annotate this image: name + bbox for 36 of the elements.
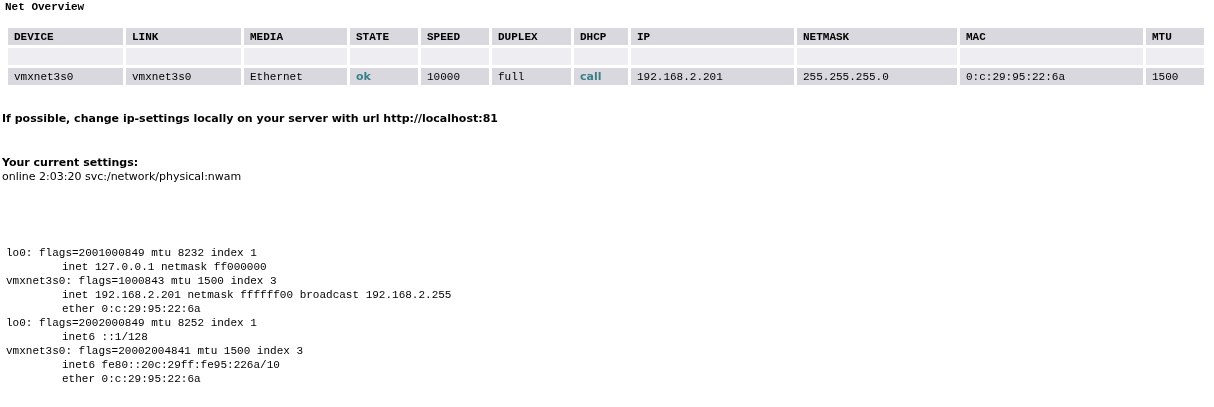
interface-line: vmxnet3s0: flags=1000843 mtu 1500 index 3 xyxy=(6,274,277,288)
table-cell: vmxnet3s0 xyxy=(8,68,123,85)
table-cell: Ethernet xyxy=(244,68,347,85)
interface-detail-line: ether 0:c:29:95:22:6a xyxy=(62,372,201,386)
page-title: Net Overview xyxy=(5,1,86,15)
interface-detail-line: inet 127.0.0.1 netmask ff000000 xyxy=(62,260,267,274)
column-header: LINK xyxy=(126,28,241,45)
table-cell: 1500 xyxy=(1146,68,1204,85)
column-header: DEVICE xyxy=(8,28,123,45)
status-cell: ok xyxy=(350,68,418,85)
interface-detail-line: inet6 fe80::20c:29ff:fe95:226a/10 xyxy=(62,358,280,372)
settings-heading: Your current settings: xyxy=(2,156,140,170)
interface-detail-line: inet6 ::1/128 xyxy=(62,330,148,344)
column-header: SPEED xyxy=(421,28,489,45)
table-cell: vmxnet3s0 xyxy=(126,68,241,85)
table-cell: 10000 xyxy=(421,68,489,85)
status-cell: call xyxy=(574,68,628,85)
table-cell: 255.255.255.0 xyxy=(797,68,957,85)
column-header: MAC xyxy=(960,28,1143,45)
column-header: IP xyxy=(631,28,794,45)
notice-text: If possible, change ip-settings locally on your server with url http://localhost:81 xyxy=(2,112,499,125)
interface-detail-line: ether 0:c:29:95:22:6a xyxy=(62,302,201,316)
interface-line: lo0: flags=2002000849 mtu 8252 index 1 xyxy=(6,316,257,330)
column-header: MEDIA xyxy=(244,28,347,45)
column-header: MTU xyxy=(1146,28,1204,45)
interface-line: vmxnet3s0: flags=20002004841 mtu 1500 index 3 xyxy=(6,344,304,358)
interface-detail-line: inet 192.168.2.201 netmask ffffff00 broadcast 192.168.2.255 xyxy=(62,288,452,302)
column-header: STATE xyxy=(350,28,418,45)
table-cell: full xyxy=(492,68,571,85)
column-header: DHCP xyxy=(574,28,628,45)
interface-line: lo0: flags=2001000849 mtu 8232 index 1 xyxy=(6,246,257,260)
column-header: NETMASK xyxy=(797,28,957,45)
service-status-text: online 2:03:20 svc:/network/physical:nwam xyxy=(2,170,243,184)
table-cell: 0:c:29:95:22:6a xyxy=(960,68,1143,85)
column-header: DUPLEX xyxy=(492,28,571,45)
table-cell: 192.168.2.201 xyxy=(631,68,794,85)
